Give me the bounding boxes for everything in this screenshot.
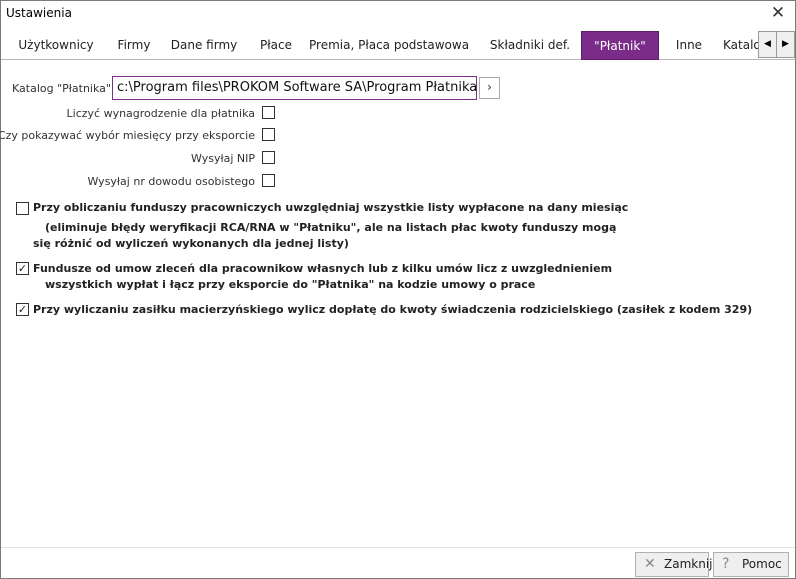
checkbox-send-nip[interactable] <box>262 151 275 164</box>
tab-company-data[interactable]: Dane firmy <box>165 31 243 60</box>
option-contract-funds-line1: Fundusze od umow zleceń dla pracownikow … <box>33 262 613 275</box>
tab-bar: Użytkownicy Firmy Dane firmy Płace Premi… <box>1 31 795 60</box>
checkbox-send-id[interactable] <box>262 174 275 187</box>
option-all-lists-funds-line2: (eliminuje błędy weryfikacji RCA/RNA w "… <box>45 221 617 234</box>
check-icon: ✓ <box>17 303 28 316</box>
catalog-path-input[interactable]: c:\Program files\PROKOM Software SA\Prog… <box>112 76 477 100</box>
option-label-send-nip: Wysyłaj NIP <box>191 152 255 165</box>
close-button-label: Zamknij <box>664 557 713 571</box>
tab-payroll[interactable]: Płace <box>247 31 305 60</box>
option-maternity-topup: Przy wyliczaniu zasiłku macierzyńskiego … <box>33 303 753 316</box>
option-label-calc-salary: Liczyć wynagrodzenie dla płatnika <box>66 107 255 120</box>
option-all-lists-funds-line1: Przy obliczaniu funduszy pracowniczych u… <box>33 201 629 214</box>
checkbox-month-selection[interactable] <box>262 128 275 141</box>
checkbox-all-lists-funds[interactable] <box>16 202 29 215</box>
tab-other[interactable]: Inne <box>667 31 711 60</box>
browse-catalog-button[interactable]: › <box>479 77 500 99</box>
help-button[interactable]: ? Pomoc <box>713 552 789 577</box>
tab-scroll-left-icon[interactable]: ◀ <box>758 31 777 58</box>
tab-companies[interactable]: Firmy <box>107 31 161 60</box>
tab-scroll-right-icon[interactable]: ▶ <box>776 31 795 58</box>
close-icon: ✕ <box>644 556 656 572</box>
option-label-month-selection: Czy pokazywać wybór miesięcy przy ekspor… <box>0 129 255 142</box>
catalog-label: Katalog "Płatnika" <box>12 82 111 95</box>
close-button[interactable]: ✕ Zamknij <box>635 552 713 577</box>
option-all-lists-funds-line3: się różnić od wyliczeń wykonanych dla je… <box>33 237 349 250</box>
window-title: Ustawienia <box>6 6 72 20</box>
checkbox-calc-salary[interactable] <box>262 106 275 119</box>
checkbox-contract-funds[interactable]: ✓ <box>16 262 29 275</box>
tab-components[interactable]: Składniki def. <box>483 31 577 60</box>
help-button-label: Pomoc <box>742 557 782 571</box>
title-bar: Ustawienia ✕ <box>1 1 795 27</box>
tab-catalogs[interactable]: Katalo <box>723 31 759 60</box>
close-window-icon[interactable]: ✕ <box>767 3 789 25</box>
platnik-settings-panel: Katalog "Płatnika" c:\Program files\PROK… <box>0 61 795 547</box>
tab-platnik[interactable]: "Płatnik" <box>581 31 659 60</box>
checkbox-maternity-topup[interactable]: ✓ <box>16 303 29 316</box>
option-label-send-id: Wysyłaj nr dowodu osobistego <box>87 175 256 188</box>
check-icon: ✓ <box>17 262 28 275</box>
footer-bar: ✕ Zamknij ? Pomoc <box>1 547 795 578</box>
help-icon: ? <box>722 556 730 572</box>
settings-window: Ustawienia ✕ Użytkownicy Firmy Dane firm… <box>0 0 796 579</box>
tab-users[interactable]: Użytkownicy <box>9 31 103 60</box>
tab-bonus-base-pay[interactable]: Premia, Płaca podstawowa <box>309 31 469 60</box>
option-contract-funds-line2: wszystkich wypłat i łącz przy eksporcie … <box>45 278 536 291</box>
